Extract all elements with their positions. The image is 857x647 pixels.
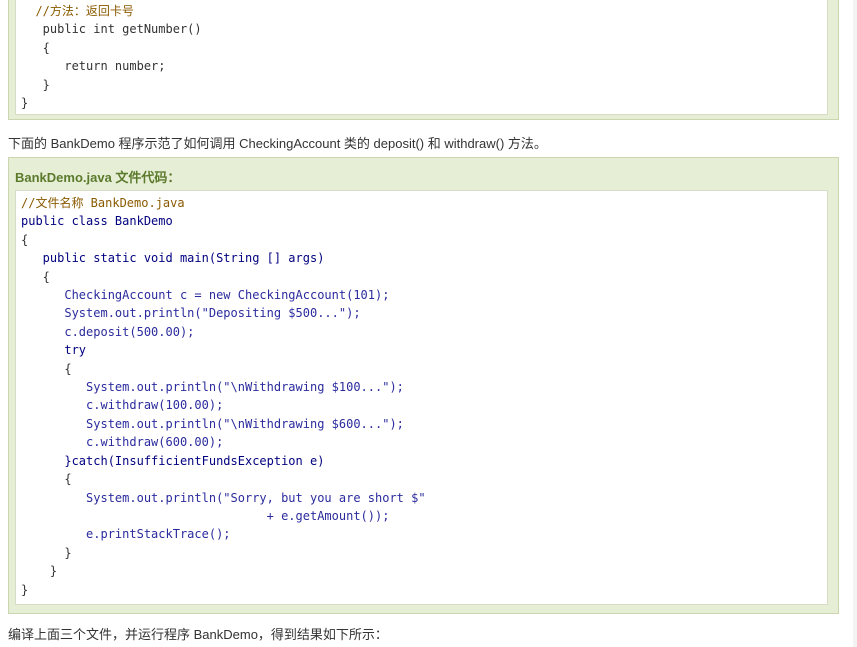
code-line: System.out.println("\nWithdrawing $100..… [21, 380, 404, 395]
code-line: { [21, 232, 29, 247]
code-line: c.deposit(500.00); [21, 324, 195, 339]
code-line: return number; [21, 59, 166, 74]
code-line: //方法：返回卡号 [21, 4, 134, 18]
code-line: } [21, 545, 72, 560]
code-line: System.out.println("Depositing $500...")… [21, 306, 361, 321]
description-paragraph: 下面的 BankDemo 程序示范了如何调用 CheckingAccount 类… [8, 136, 547, 151]
code-line: c.withdraw(600.00); [21, 435, 224, 450]
page-scrollbar[interactable] [853, 0, 857, 647]
code-line: try [21, 343, 87, 358]
code-line: + e.getAmount()); [21, 508, 390, 523]
result-intro-paragraph: 编译上面三个文件，并运行程序 BankDemo，得到结果如下所示： [8, 627, 388, 642]
code-line: { [21, 361, 72, 376]
code-panel-bankdemo: BankDemo.java 文件代码： //文件名称 BankDemo.java… [8, 157, 839, 614]
code-line: e.printStackTrace(); [21, 527, 231, 542]
code-text: //文件名称 BankDemo.java public class BankDe… [21, 194, 426, 599]
code-line: System.out.println("Sorry, but you are s… [21, 490, 426, 505]
code-line: { [21, 269, 50, 284]
code-line: //文件名称 BankDemo.java [21, 196, 185, 210]
code-line: }catch(InsufficientFundsException e) [21, 453, 325, 468]
code-line: public class BankDemo [21, 214, 173, 229]
code-line: } [21, 564, 58, 579]
code-line: { [21, 40, 50, 55]
code-line: { [21, 472, 72, 487]
code-box: //文件名称 BankDemo.java public class BankDe… [15, 190, 828, 605]
code-line: } [21, 96, 29, 111]
code-line: c.withdraw(100.00); [21, 398, 224, 413]
code-line: System.out.println("\nWithdrawing $600..… [21, 416, 404, 431]
code-line: } [21, 582, 29, 597]
code-panel-checking-account-tail: //方法：返回卡号 public int getNumber() { retur… [8, 0, 839, 120]
code-line: } [21, 77, 50, 92]
code-line: CheckingAccount c = new CheckingAccount(… [21, 288, 390, 303]
code-line: public static void main(String [] args) [21, 251, 325, 266]
code-box: //方法：返回卡号 public int getNumber() { retur… [15, 0, 828, 115]
code-panel-title: BankDemo.java 文件代码： [15, 170, 181, 185]
code-line: public int getNumber() [21, 22, 202, 37]
code-text: //方法：返回卡号 public int getNumber() { retur… [21, 2, 202, 112]
